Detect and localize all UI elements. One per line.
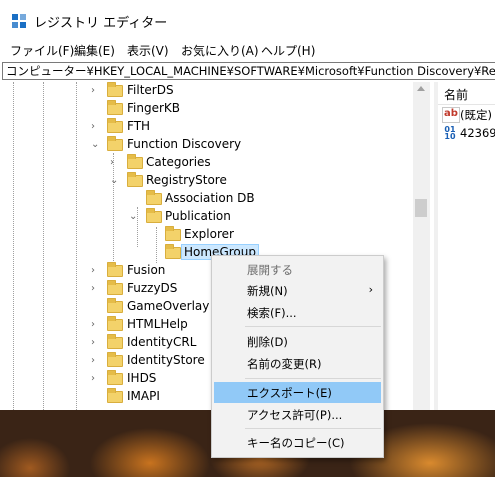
menu-item-label: キー名のコピー(C) bbox=[247, 436, 345, 450]
column-header-name[interactable]: 名前 bbox=[438, 82, 495, 105]
tree-item-label: Function Discovery bbox=[127, 137, 242, 151]
folder-icon bbox=[107, 118, 123, 133]
chevron-right-icon[interactable]: › bbox=[91, 266, 100, 276]
menu-item-expand[interactable]: 展開する bbox=[214, 259, 381, 280]
tree-item-label: IdentityStore bbox=[127, 353, 205, 367]
menu-item-new[interactable]: 新規(N) › bbox=[214, 280, 381, 301]
scroll-up-arrow-icon[interactable] bbox=[417, 86, 425, 91]
tree-item-label: FuzzyDS bbox=[127, 281, 178, 295]
folder-icon bbox=[107, 334, 123, 349]
tree-item-association-db[interactable]: Association DB bbox=[0, 190, 413, 208]
menu-favorites[interactable]: お気に入り(A) bbox=[181, 42, 259, 59]
tree-item-label: GameOverlay bbox=[127, 299, 210, 313]
tree-item-label: IdentityCRL bbox=[127, 335, 197, 349]
chevron-right-icon[interactable]: › bbox=[91, 284, 100, 294]
tree-vertical-scrollbar[interactable] bbox=[413, 82, 430, 410]
chevron-down-icon[interactable]: ⌄ bbox=[110, 176, 119, 186]
chevron-right-icon[interactable]: › bbox=[91, 374, 100, 384]
menu-item-delete[interactable]: 削除(D) bbox=[214, 331, 381, 352]
tree-item-label: Explorer bbox=[184, 227, 234, 241]
menu-file[interactable]: ファイル(F) bbox=[10, 42, 74, 59]
tree-item-fth[interactable]: › FTH bbox=[0, 118, 413, 136]
tree-item-label: Association DB bbox=[165, 191, 255, 205]
menu-item-label: 検索(F)... bbox=[247, 306, 297, 320]
tree-item-label: IHDS bbox=[127, 371, 157, 385]
chevron-right-icon[interactable]: › bbox=[91, 356, 100, 366]
menu-separator bbox=[245, 378, 381, 379]
folder-icon bbox=[107, 262, 123, 277]
menu-item-find[interactable]: 検索(F)... bbox=[214, 302, 381, 323]
chevron-right-icon[interactable]: › bbox=[110, 158, 119, 168]
menu-item-export[interactable]: エクスポート(E) bbox=[214, 382, 381, 403]
folder-icon bbox=[165, 226, 181, 241]
chevron-right-icon[interactable]: › bbox=[91, 338, 100, 348]
menu-item-label: アクセス許可(P)... bbox=[247, 408, 343, 422]
chevron-right-icon[interactable]: › bbox=[91, 122, 100, 132]
tree-item-label: Categories bbox=[146, 155, 211, 169]
context-menu: 展開する 新規(N) › 検索(F)... 削除(D) 名前の変更(R) エクス… bbox=[211, 255, 384, 458]
tree-item-label: FilterDS bbox=[127, 83, 174, 97]
title-bar[interactable]: レジストリ エディター bbox=[0, 0, 495, 40]
folder-icon bbox=[107, 136, 123, 151]
value-name: 42369b bbox=[460, 126, 495, 140]
tree-item-fingerkb[interactable]: FingerKB bbox=[0, 100, 413, 118]
menu-separator bbox=[245, 326, 381, 327]
folder-icon bbox=[127, 172, 143, 187]
folder-icon bbox=[107, 100, 123, 115]
tree-item-label: HTMLHelp bbox=[127, 317, 188, 331]
menu-item-label: エクスポート(E) bbox=[247, 386, 332, 400]
folder-icon bbox=[107, 388, 123, 403]
string-value-icon: ab bbox=[442, 107, 460, 123]
menu-separator bbox=[245, 428, 381, 429]
scrollbar-thumb[interactable] bbox=[415, 199, 427, 217]
folder-icon bbox=[127, 154, 143, 169]
chevron-down-icon[interactable]: ⌄ bbox=[129, 212, 138, 222]
tree-item-label: Fusion bbox=[127, 263, 166, 277]
tree-item-function-discovery[interactable]: ⌄ Function Discovery bbox=[0, 136, 413, 154]
folder-icon bbox=[146, 190, 162, 205]
menu-bar: ファイル(F) 編集(E) 表示(V) お気に入り(A) ヘルプ(H) bbox=[0, 40, 495, 61]
tree-item-label: FingerKB bbox=[127, 101, 181, 115]
address-bar[interactable]: コンピューター¥HKEY_LOCAL_MACHINE¥SOFTWARE¥Micr… bbox=[2, 62, 495, 80]
folder-icon bbox=[146, 208, 162, 223]
chevron-right-icon[interactable]: › bbox=[91, 320, 100, 330]
menu-help[interactable]: ヘルプ(H) bbox=[261, 42, 315, 59]
tree-item-label: IMAPI bbox=[127, 389, 160, 403]
folder-icon bbox=[107, 316, 123, 331]
registry-editor-icon bbox=[12, 14, 26, 28]
column-header-label: 名前 bbox=[444, 88, 469, 102]
tree-item-filterds[interactable]: › FilterDS bbox=[0, 82, 413, 100]
menu-edit[interactable]: 編集(E) bbox=[74, 42, 115, 59]
menu-item-label: 展開する bbox=[247, 263, 293, 277]
tree-item-label: FTH bbox=[127, 119, 151, 133]
menu-item-label: 新規(N) bbox=[247, 284, 288, 298]
tree-item-label: RegistryStore bbox=[146, 173, 227, 187]
chevron-down-icon[interactable]: ⌄ bbox=[91, 140, 100, 150]
folder-icon bbox=[107, 280, 123, 295]
folder-icon bbox=[107, 370, 123, 385]
menu-item-rename[interactable]: 名前の変更(R) bbox=[214, 353, 381, 374]
folder-icon bbox=[165, 244, 181, 259]
tree-item-publication[interactable]: ⌄ Publication bbox=[0, 208, 413, 226]
tree-item-categories[interactable]: › Categories bbox=[0, 154, 413, 172]
chevron-right-icon[interactable]: › bbox=[91, 86, 100, 96]
folder-icon bbox=[107, 298, 123, 313]
window-title: レジストリ エディター bbox=[34, 16, 168, 31]
tree-item-registrystore[interactable]: ⌄ RegistryStore bbox=[0, 172, 413, 190]
value-list[interactable]: 名前 ab (既定) 01 10 42369b bbox=[438, 82, 495, 410]
menu-view[interactable]: 表示(V) bbox=[127, 42, 169, 59]
menu-item-copy-key-name[interactable]: キー名のコピー(C) bbox=[214, 432, 381, 453]
menu-item-label: 削除(D) bbox=[247, 335, 288, 349]
binary-value-icon: 01 10 bbox=[444, 125, 456, 141]
chevron-right-icon: › bbox=[368, 283, 373, 296]
tree-item-label: Publication bbox=[165, 209, 231, 223]
folder-icon bbox=[107, 352, 123, 367]
menu-item-label: 名前の変更(R) bbox=[247, 357, 322, 371]
folder-icon bbox=[107, 82, 123, 97]
menu-item-permissions[interactable]: アクセス許可(P)... bbox=[214, 404, 381, 425]
value-name: (既定) bbox=[460, 108, 492, 122]
tree-item-explorer[interactable]: Explorer bbox=[0, 226, 413, 244]
